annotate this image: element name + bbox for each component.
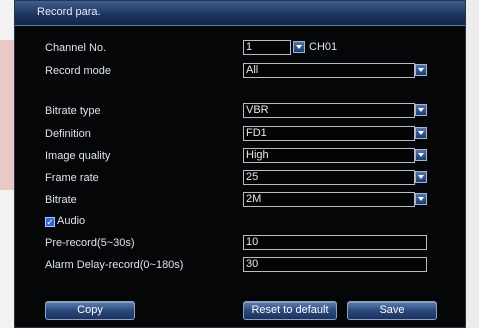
save-button[interactable]: Save (347, 301, 437, 320)
record-mode-select[interactable]: All (243, 63, 415, 78)
record-mode-label: Record mode (45, 65, 112, 77)
bitrate-type-select[interactable]: VBR (243, 103, 415, 118)
pre-record-label: Pre-record(5~30s) (45, 237, 135, 249)
frame-rate-select[interactable]: 25 (243, 170, 415, 185)
image-quality-label: Image quality (45, 150, 111, 162)
frame-rate-label: Frame rate (45, 172, 99, 184)
bitrate-select[interactable]: 2M (243, 192, 415, 207)
channel-dropdown-icon[interactable] (293, 41, 305, 53)
bitrate-type-label: Bitrate type (45, 105, 101, 117)
alarm-delay-input[interactable]: 30 (243, 257, 427, 272)
channel-label: Channel No. (45, 42, 107, 54)
definition-select[interactable]: FD1 (243, 126, 415, 141)
pre-record-input[interactable]: 10 (243, 235, 427, 250)
alarm-delay-label: Alarm Delay-record(0~180s) (45, 259, 184, 271)
audio-checkbox[interactable]: ✓ (45, 217, 55, 227)
frame-rate-dropdown-icon[interactable] (415, 171, 427, 183)
copy-button[interactable]: Copy (45, 301, 135, 320)
record-mode-dropdown-icon[interactable] (415, 64, 427, 76)
background-accent (0, 40, 14, 190)
reset-to-default-button[interactable]: Reset to default (243, 301, 337, 320)
bitrate-type-dropdown-icon[interactable] (415, 104, 427, 116)
bitrate-dropdown-icon[interactable] (415, 193, 427, 205)
background-edge (466, 0, 479, 328)
dialog-titlebar: Record para. (15, 1, 465, 26)
definition-dropdown-icon[interactable] (415, 127, 427, 139)
image-quality-dropdown-icon[interactable] (415, 149, 427, 161)
bitrate-label: Bitrate (45, 194, 77, 206)
channel-name: CH01 (309, 41, 338, 53)
definition-label: Definition (45, 128, 91, 140)
dialog-title: Record para. (37, 6, 101, 18)
audio-label: Audio (57, 215, 86, 227)
channel-select[interactable]: 1 (243, 40, 291, 55)
image-quality-select[interactable]: High (243, 148, 415, 163)
record-params-dialog: Record para. Channel No. 1 CH01 Record m… (14, 0, 466, 328)
